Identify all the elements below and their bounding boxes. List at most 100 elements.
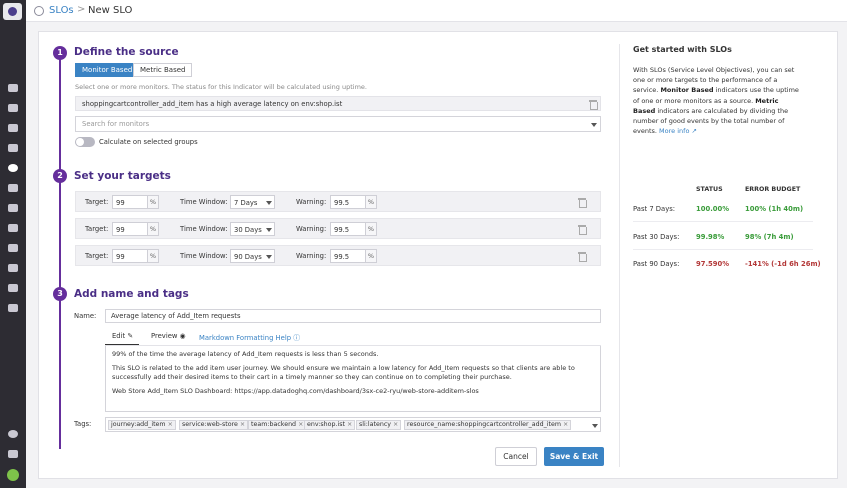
status-row-label: Past 30 Days: bbox=[633, 233, 680, 241]
monitors-icon[interactable] bbox=[8, 164, 18, 172]
status-value: 97.590% bbox=[696, 260, 730, 268]
top-bar: SLOs > New SLO bbox=[26, 0, 847, 22]
slo-gauge-icon bbox=[34, 6, 44, 16]
tag-chip: resource_name:shoppingcartcontroller_add… bbox=[404, 420, 572, 430]
save-exit-button[interactable]: Save & Exit bbox=[544, 447, 604, 466]
warning-input[interactable]: 99.5 bbox=[330, 222, 366, 236]
panel-divider bbox=[619, 44, 620, 467]
description-textarea[interactable]: 99% of the time the average latency of A… bbox=[105, 346, 601, 412]
monitor-search-placeholder: Search for monitors bbox=[82, 120, 150, 128]
target-row: Target: 99 % Time Window: 7 Days Warning… bbox=[75, 191, 601, 212]
warning-unit: % bbox=[366, 195, 377, 209]
row-divider bbox=[633, 249, 813, 250]
target-row: Target: 99 % Time Window: 30 Days Warnin… bbox=[75, 218, 601, 239]
error-budget-value: -141% (-1d 6h 26m) bbox=[745, 260, 821, 268]
tag-remove-icon[interactable]: × bbox=[240, 421, 245, 428]
tag-remove-icon[interactable]: × bbox=[168, 421, 173, 428]
security-icon[interactable] bbox=[8, 284, 18, 292]
tag-chip: journey:add_item × bbox=[108, 420, 176, 430]
help-title: Get started with SLOs bbox=[633, 45, 732, 54]
new-slo-panel: 1 Define the source Monitor Based Metric… bbox=[38, 31, 838, 479]
search-dropdown-caret-icon[interactable] bbox=[591, 123, 597, 127]
target-row: Target: 99 % Time Window: 90 Days Warnin… bbox=[75, 245, 601, 266]
monitor-based-button[interactable]: Monitor Based bbox=[75, 63, 140, 77]
target-input[interactable]: 99 bbox=[112, 222, 148, 236]
delete-target-trash-icon[interactable] bbox=[578, 252, 587, 262]
help-circle-icon: ⓘ bbox=[293, 334, 301, 342]
step-rail bbox=[59, 53, 61, 449]
warning-input[interactable]: 99.5 bbox=[330, 195, 366, 209]
tab-preview[interactable]: Preview ◉ bbox=[151, 332, 186, 340]
tab-preview-label: Preview bbox=[151, 332, 178, 340]
warning-label: Warning: bbox=[296, 252, 327, 260]
set-targets-title: Set your targets bbox=[74, 170, 171, 182]
tag-remove-icon[interactable]: × bbox=[298, 421, 303, 428]
tags-input[interactable]: journey:add_item × service:web-store × tea… bbox=[105, 417, 601, 432]
tag-remove-icon[interactable]: × bbox=[563, 421, 568, 428]
time-window-caret-icon[interactable] bbox=[266, 255, 272, 259]
status-row-label: Past 90 Days: bbox=[633, 260, 680, 268]
time-window-caret-icon[interactable] bbox=[266, 201, 272, 205]
time-window-label: Time Window: bbox=[180, 198, 228, 206]
datadog-logo-icon[interactable] bbox=[3, 3, 22, 20]
user-avatar-icon[interactable] bbox=[7, 469, 19, 481]
warning-input[interactable]: 99.5 bbox=[330, 249, 366, 263]
define-source-title: Define the source bbox=[74, 46, 179, 58]
target-unit: % bbox=[148, 249, 159, 263]
error-budget-value: 98% (7h 4m) bbox=[745, 233, 794, 241]
slo-name-value: Average latency of Add_Item requests bbox=[111, 312, 241, 320]
step-2-badge: 2 bbox=[53, 169, 67, 183]
synthetics-icon[interactable] bbox=[8, 244, 18, 252]
tag-remove-icon[interactable]: × bbox=[393, 421, 398, 428]
target-input[interactable]: 99 bbox=[112, 249, 148, 263]
tag-chip: env:shop.ist × bbox=[304, 420, 356, 430]
help-icon[interactable] bbox=[8, 430, 18, 438]
watchdog-icon[interactable] bbox=[8, 84, 18, 92]
time-window-label: Time Window: bbox=[180, 225, 228, 233]
cancel-button[interactable]: Cancel bbox=[495, 447, 537, 466]
tags-dropdown-caret-icon[interactable] bbox=[592, 424, 598, 428]
delete-target-trash-icon[interactable] bbox=[578, 225, 587, 235]
apm-icon[interactable] bbox=[8, 184, 18, 192]
calculate-groups-label: Calculate on selected groups bbox=[99, 138, 198, 146]
more-info-link[interactable]: More info ↗ bbox=[659, 127, 697, 135]
description-line: This SLO is related to the add item user… bbox=[112, 363, 575, 382]
remove-monitor-trash-icon[interactable] bbox=[589, 100, 598, 110]
description-line: Web Store Add_Item SLO Dashboard: https:… bbox=[112, 387, 479, 396]
tag-remove-icon[interactable]: × bbox=[347, 421, 352, 428]
network-icon[interactable] bbox=[8, 304, 18, 312]
tags-label: Tags: bbox=[74, 420, 92, 428]
target-label: Target: bbox=[85, 252, 109, 260]
delete-target-trash-icon[interactable] bbox=[578, 198, 587, 208]
target-unit: % bbox=[148, 195, 159, 209]
dashboards-icon[interactable] bbox=[8, 104, 18, 112]
status-row-label: Past 7 Days: bbox=[633, 205, 676, 213]
target-label: Target: bbox=[85, 225, 109, 233]
status-value: 100.00% bbox=[696, 205, 730, 213]
rum-icon[interactable] bbox=[8, 264, 18, 272]
logs-icon[interactable] bbox=[8, 224, 18, 232]
tab-edit[interactable]: Edit ✎ bbox=[112, 332, 133, 340]
selected-monitor-row: shoppingcartcontroller_add_item has a hi… bbox=[75, 96, 601, 111]
infrastructure-icon[interactable] bbox=[8, 124, 18, 132]
metric-based-button[interactable]: Metric Based bbox=[133, 63, 193, 77]
description-line: 99% of the time the average latency of A… bbox=[112, 350, 379, 358]
monitor-search-input[interactable]: Search for monitors bbox=[75, 116, 601, 132]
tag-chip: service:web-store × bbox=[179, 420, 249, 430]
warning-unit: % bbox=[366, 249, 377, 263]
time-window-caret-icon[interactable] bbox=[266, 228, 272, 232]
breadcrumb-slos-link[interactable]: SLOs bbox=[49, 5, 74, 16]
team-icon[interactable] bbox=[8, 450, 18, 458]
warning-unit: % bbox=[366, 222, 377, 236]
integrations-icon[interactable] bbox=[8, 144, 18, 152]
calculate-groups-toggle[interactable] bbox=[75, 137, 95, 147]
help-text: With SLOs (Service Level Objectives), yo… bbox=[633, 66, 799, 136]
slo-name-input[interactable]: Average latency of Add_Item requests bbox=[105, 309, 601, 323]
row-divider bbox=[633, 221, 813, 222]
page-title: New SLO bbox=[88, 5, 133, 16]
target-input[interactable]: 99 bbox=[112, 195, 148, 209]
eye-icon: ◉ bbox=[179, 332, 186, 340]
markdown-help-link[interactable]: Markdown Formatting Help ⓘ bbox=[199, 332, 300, 342]
breadcrumb-separator: > bbox=[77, 4, 86, 15]
notebooks-icon[interactable] bbox=[8, 204, 18, 212]
